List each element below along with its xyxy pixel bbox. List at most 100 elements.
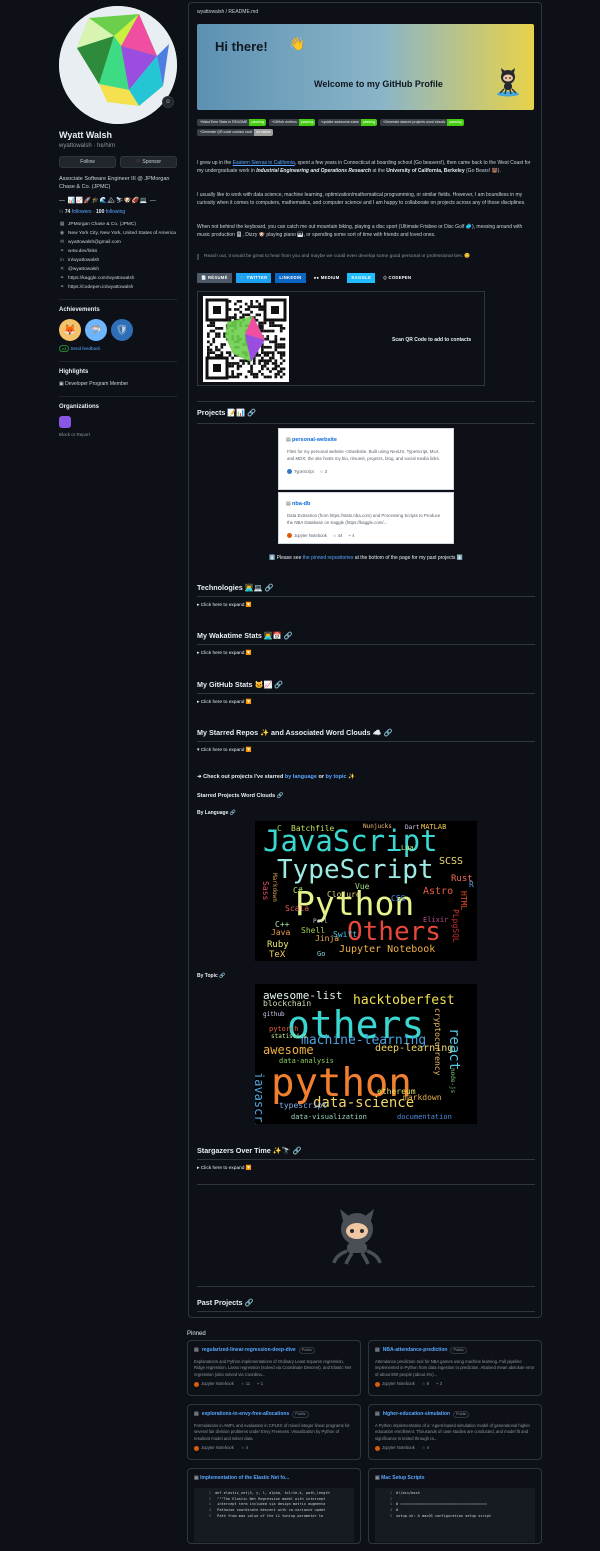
- workflow-badge[interactable]: ◔ update awesome-stars passing: [318, 119, 378, 126]
- readme-panel: wyattowalsh / README.md Hi there! 👋 Welc…: [188, 2, 542, 1318]
- social-badge[interactable]: ⟨⟩ CODEPEN: [379, 273, 416, 283]
- hobbies-paragraph: When not behind the keyboard, you can ca…: [197, 224, 523, 238]
- pinned-repo-description: Attendance prediction tool for NBA games…: [375, 1359, 535, 1377]
- anchor-link-icon[interactable]: 🔗: [230, 810, 236, 816]
- star-icon: ☆ 44: [332, 532, 343, 538]
- profile-detail-item[interactable]: ✉ wyattowalsh@gmail.com: [59, 240, 177, 246]
- sponsor-label: Sponsor: [142, 159, 162, 166]
- profile-detail-item[interactable]: ⚭ w4w.dev/links: [59, 249, 177, 255]
- github-stats-expand-toggle[interactable]: ▸ Click here to expand 🔽: [197, 700, 252, 706]
- stargazers-expand-toggle[interactable]: ▸ Click here to expand 🔽: [197, 1166, 252, 1172]
- starred-expand-toggle[interactable]: ▾ Click here to expand 🔽: [197, 748, 252, 754]
- eastern-sierras-link[interactable]: Eastern Sierras in California: [233, 160, 295, 166]
- pinned-repo-name[interactable]: explorations-in-envy-free-allocations: [202, 1411, 290, 1418]
- workflow-badge[interactable]: ◔ GitHub metrics passing: [268, 119, 316, 126]
- pinned-gist-card[interactable]: ▣ Implementation of the Elastic Net fo..…: [187, 1468, 361, 1544]
- word-cloud-word: javascript: [255, 1072, 266, 1124]
- pinned-repo-name[interactable]: regularized-linear-regression-deep-dive: [202, 1347, 296, 1354]
- avatar[interactable]: [59, 6, 177, 124]
- social-badge[interactable]: ●● MEDIUM: [309, 273, 344, 283]
- pinned-repo-name[interactable]: higher-education-simulation: [383, 1411, 450, 1418]
- language-dot: [375, 1445, 380, 1451]
- wakatime-expand-toggle[interactable]: ▸ Click here to expand 🔽: [197, 651, 252, 657]
- social-badge[interactable]: LINKEDIN: [275, 273, 306, 283]
- profile-login: wyattowalsh · he/him: [59, 143, 116, 150]
- social-badge[interactable]: KAGGLE: [347, 273, 376, 283]
- follow-counts: ⚇ 74 followers · 100 following: [59, 209, 126, 216]
- word-cloud-word: react: [446, 1028, 462, 1071]
- follow-button[interactable]: Follow: [59, 156, 116, 169]
- organization-avatar[interactable]: [59, 415, 71, 428]
- workflow-badge[interactable]: ◔ Generate QR code contact card no status: [197, 129, 273, 136]
- fork-icon: ⑂ 1: [257, 1381, 264, 1387]
- achievement-badge-pull-shark[interactable]: 🦈: [85, 319, 107, 342]
- heart-icon: ♡: [135, 159, 141, 166]
- organizations-heading: Organizations: [59, 403, 100, 410]
- anchor-link-icon[interactable]: 🔗: [293, 1146, 302, 1155]
- word-cloud-word: github: [263, 1011, 285, 1018]
- banner-welcome: Welcome to my GitHub Profile: [314, 79, 443, 89]
- achievement-badge-arctic[interactable]: 🛡: [111, 319, 133, 342]
- pinned-gist-name[interactable]: Mac Setup Scripts: [381, 1475, 424, 1481]
- project-card-personal-website[interactable]: ▤ personal-website Files for my personal…: [278, 428, 454, 490]
- block-or-report-link[interactable]: Block or Report: [59, 432, 177, 438]
- word-cloud-word: MATLAB: [421, 823, 447, 831]
- social-badge[interactable]: 🐦 TWITTER: [235, 273, 272, 283]
- anchor-link-icon[interactable]: 🔗: [265, 583, 274, 592]
- anchor-link-icon[interactable]: 🔗: [247, 408, 256, 417]
- word-cloud-word: Astro: [423, 886, 454, 897]
- github-profile-page: Wyatt Walsh wyattowalsh · he/him Follow …: [0, 0, 600, 1551]
- by-topic-link[interactable]: by topic: [326, 774, 347, 780]
- code-line: 5 Path from max value of the L1 tuning p…: [208, 1513, 324, 1518]
- profile-detail-item[interactable]: in in/wyattowalsh: [59, 258, 177, 264]
- pinned-repos-link[interactable]: the pinned repositories: [303, 555, 354, 561]
- profile-detail-item[interactable]: ✕ @wyattowalsh: [59, 267, 177, 273]
- sponsor-button[interactable]: ♡ Sponsor: [120, 156, 177, 169]
- anchor-link-icon[interactable]: 🔗: [383, 728, 392, 737]
- visibility-badge: Public: [298, 1347, 315, 1355]
- word-cloud-word: Batchfile: [291, 824, 335, 833]
- following-link[interactable]: 100 following: [96, 209, 125, 215]
- pinned-repo-name[interactable]: NBA-attendance-prediction: [383, 1347, 448, 1354]
- past-projects-heading: Past Projects 🔗: [197, 1298, 254, 1307]
- word-cloud-word: Dart: [405, 824, 420, 831]
- topic-word-cloud: others python awesome-list hacktoberfest awe…: [255, 984, 477, 1124]
- qr-code-caption: Scan QR Code to add to contacts: [392, 337, 472, 343]
- anchor-link-icon[interactable]: 🔗: [219, 973, 225, 979]
- pinned-gist-card[interactable]: ▣ Mac Setup Scripts 1 #!/bin/bash 2 3 # =====…: [368, 1468, 542, 1544]
- link-icon: ⚭: [59, 248, 65, 254]
- word-cloud-word: Ruby: [267, 940, 289, 950]
- project-card-nba-db[interactable]: ▤ nba-db Data Extraction (from https://s…: [278, 492, 454, 544]
- word-cloud-word: blockchain: [263, 999, 312, 1008]
- anchor-link-icon[interactable]: 🔗: [274, 680, 283, 689]
- pinned-gist-name[interactable]: Implementation of the Elastic Net fo...: [200, 1475, 289, 1481]
- social-badge[interactable]: 📄 RÉSUMÉ: [197, 273, 232, 283]
- workflow-badge[interactable]: ◔ Generate starred projects word clouds p…: [380, 119, 464, 126]
- send-feedback-link[interactable]: Send feedback: [71, 346, 101, 351]
- pinned-repo-card[interactable]: ▤ NBA-attendance-prediction Public Attendan…: [368, 1340, 542, 1396]
- anchor-link-icon[interactable]: 🔗: [245, 1298, 254, 1307]
- followers-link[interactable]: 74 followers: [65, 209, 92, 215]
- pinned-repo-card[interactable]: ▤ explorations-in-envy-free-allocations Pu…: [187, 1404, 361, 1460]
- profile-detail-item[interactable]: ⚭ https://kaggle.com/wyattowalsh: [59, 276, 177, 282]
- achievement-badge-quickdraw[interactable]: 🦊: [59, 319, 81, 342]
- word-cloud-word: Elixir: [423, 916, 449, 924]
- language-dot: [375, 1381, 380, 1387]
- repo-icon: ▤: [286, 501, 291, 507]
- pinned-repo-card[interactable]: ▤ higher-education-simulation Public A Pyth…: [368, 1404, 542, 1460]
- technologies-expand-toggle[interactable]: ▸ Click here to expand 🔽: [197, 603, 252, 609]
- repo-name[interactable]: nba-db: [292, 501, 453, 508]
- repo-name[interactable]: personal-website: [292, 437, 453, 444]
- workflow-badge[interactable]: ◔ WakaTime Stats in README passing: [197, 119, 266, 126]
- highlights-heading: Highlights: [59, 369, 89, 376]
- profile-detail-item[interactable]: ⚭ https://codepen.io/wyattowalsh: [59, 285, 177, 291]
- word-cloud-word: C#: [293, 886, 303, 895]
- qr-code-image[interactable]: [203, 296, 289, 382]
- by-language-link[interactable]: by language: [285, 774, 317, 780]
- status-emoji-icon[interactable]: ☺: [162, 96, 174, 108]
- anchor-link-icon[interactable]: 🔗: [284, 631, 293, 640]
- fork-icon: ⑂ 3: [436, 1381, 443, 1387]
- anchor-link-icon[interactable]: 🔗: [277, 793, 284, 799]
- word-cloud-word: Markdown: [271, 873, 278, 902]
- pinned-repo-card[interactable]: ▤ regularized-linear-regression-deep-dive…: [187, 1340, 361, 1396]
